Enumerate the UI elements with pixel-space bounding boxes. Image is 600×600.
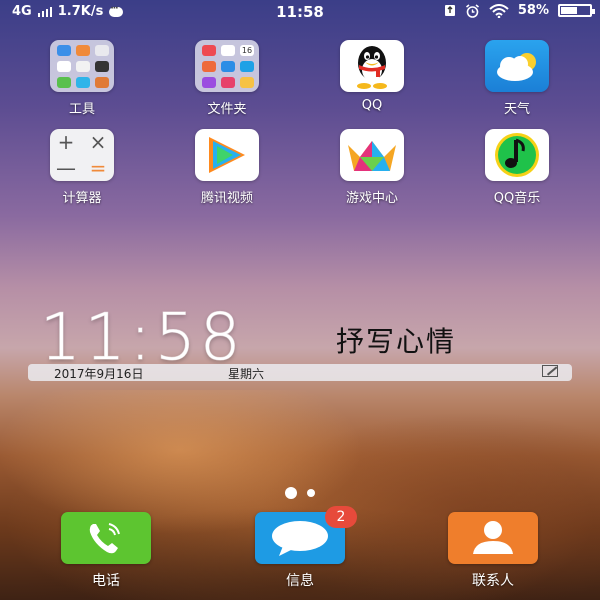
app-label: QQ音乐	[493, 191, 541, 206]
page-dot-active	[285, 486, 297, 499]
phone-icon	[61, 512, 151, 564]
qq-music-note-icon	[485, 129, 549, 181]
dock-messages[interactable]: 2 信息	[240, 506, 360, 590]
clock-widget-time[interactable]: 11:58	[39, 306, 244, 371]
app-weather[interactable]: 天气	[457, 40, 577, 117]
qq-penguin-icon	[340, 40, 404, 92]
messages-icon: 2	[255, 506, 357, 564]
tencent-video-icon	[195, 129, 259, 181]
app-label: QQ	[361, 98, 383, 113]
dock-contacts[interactable]: 联系人	[433, 512, 553, 590]
equals-symbol: =	[89, 156, 107, 180]
date-bar[interactable]: 2017年9月16日 星期六	[28, 364, 572, 381]
unread-badge: 2	[325, 506, 357, 528]
minus-symbol: —	[56, 156, 76, 180]
app-calculator[interactable]: + × — = 计算器	[22, 129, 142, 206]
weekday-text: 星期六	[228, 367, 265, 381]
app-qq-music[interactable]: QQ音乐	[457, 129, 577, 206]
dock-label: 信息	[286, 573, 314, 589]
date-text: 2017年9月16日	[54, 367, 144, 381]
app-qq[interactable]: QQ	[312, 40, 432, 113]
calculator-icon: + × — =	[50, 129, 114, 181]
sim-icon	[444, 5, 455, 16]
app-label: 天气	[503, 102, 530, 117]
app-label: 腾讯视频	[200, 191, 253, 206]
battery-percent: 58%	[517, 3, 549, 18]
edit-icon[interactable]	[542, 365, 558, 377]
app-tools-folder[interactable]: 工具	[22, 40, 142, 117]
tools-folder-icon	[50, 40, 114, 92]
page-dot	[307, 488, 315, 497]
dock-phone[interactable]: 电话	[46, 512, 166, 590]
multiply-symbol: ×	[89, 130, 107, 154]
dock-label: 联系人	[472, 573, 514, 589]
wifi-icon	[489, 3, 509, 18]
app-tencent-video[interactable]: 腾讯视频	[167, 129, 287, 206]
game-center-crown-icon	[340, 129, 404, 181]
app-game-center[interactable]: 游戏中心	[312, 129, 432, 206]
status-bar: 4G 1.7K/s 11:58 58%	[0, 0, 600, 24]
mood-note-text[interactable]: 抒写心情	[336, 320, 456, 360]
contacts-icon	[448, 512, 538, 564]
weather-cloud-sun-icon	[485, 40, 549, 92]
app-label: 游戏中心	[345, 191, 398, 206]
app-label: 计算器	[62, 191, 102, 206]
alarm-icon	[465, 3, 479, 18]
battery-icon	[558, 4, 595, 17]
files-folder-icon: 16	[195, 40, 259, 92]
app-files-folder[interactable]: 16 文件夹	[167, 40, 287, 117]
page-indicator	[0, 482, 600, 501]
plus-symbol: +	[57, 130, 75, 154]
dock-label: 电话	[92, 573, 120, 589]
app-label: 工具	[68, 102, 95, 117]
app-label: 文件夹	[207, 102, 247, 117]
